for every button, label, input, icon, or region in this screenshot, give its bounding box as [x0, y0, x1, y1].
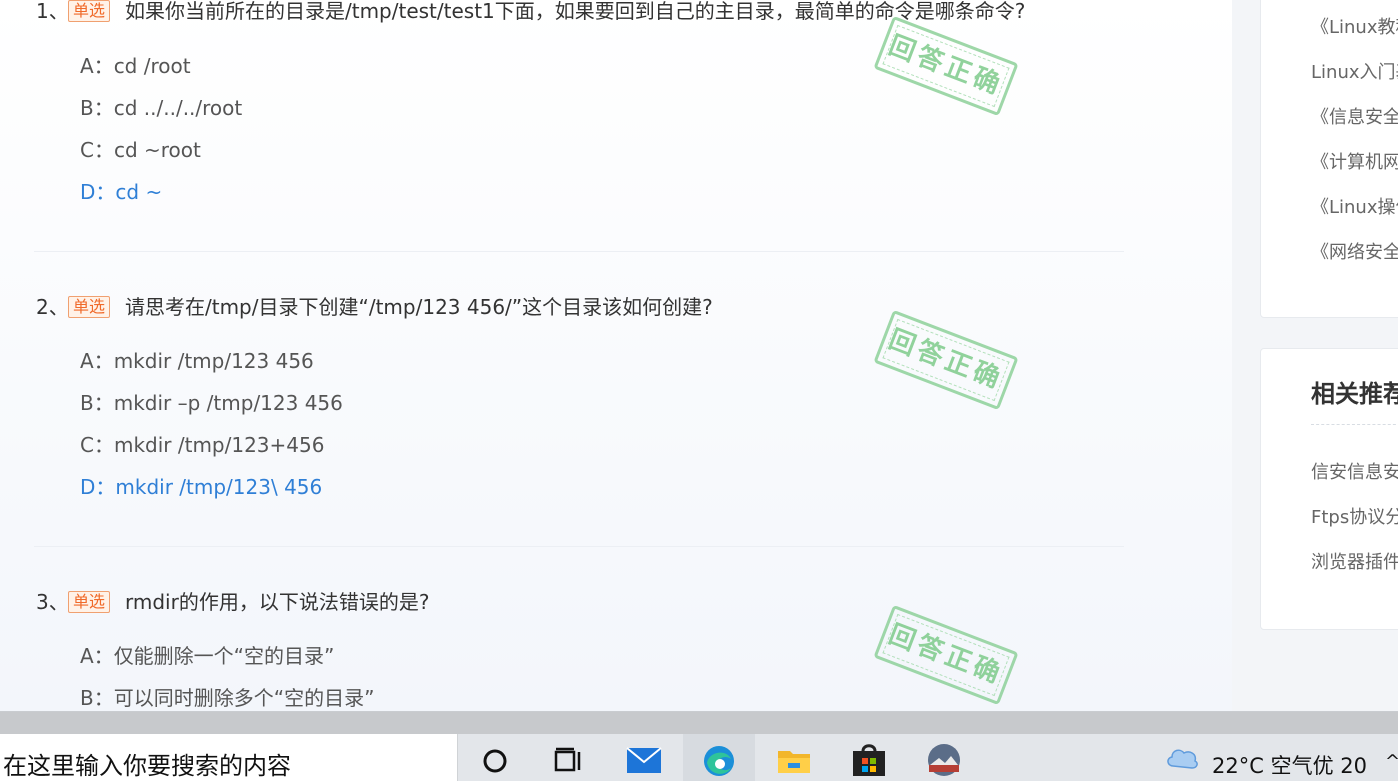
- weather-text[interactable]: 22°C 空气优 20: [1212, 750, 1367, 780]
- windows-taskbar: 在这里输入你要搜索的内容 22°C 空气优 20 ^: [0, 711, 1398, 781]
- sidebar-link-2[interactable]: Linux入门基: [1311, 58, 1398, 84]
- file-explorer-icon[interactable]: [775, 743, 813, 777]
- option-c[interactable]: C：cd ~root: [80, 135, 242, 177]
- weather-cloud-icon[interactable]: [1165, 742, 1199, 770]
- cortana-icon[interactable]: [478, 743, 516, 777]
- answer-correct-stamp: 回答正确: [873, 604, 1019, 706]
- question-number: 3、: [36, 590, 69, 614]
- related-divider: [1311, 424, 1398, 425]
- question-number: 1、: [36, 0, 69, 23]
- related-link-3[interactable]: 浏览器插件: [1311, 548, 1398, 574]
- related-link-2[interactable]: Ftps协议分: [1311, 503, 1398, 529]
- question-text: rmdir的作用，以下说法错误的是?: [125, 590, 430, 614]
- sidebar-link-5[interactable]: 《Linux操作: [1311, 193, 1398, 219]
- single-choice-badge: 单选: [68, 296, 110, 318]
- question-header: 3、 单选 rmdir的作用，以下说法错误的是?: [34, 590, 1124, 614]
- question-divider: [34, 546, 1124, 547]
- air-quality: 空气优 20: [1270, 754, 1367, 778]
- option-list: A：仅能删除一个“空的目录” B：可以同时删除多个“空的目录”: [80, 641, 374, 711]
- question-divider: [34, 251, 1124, 252]
- sidebar-link-3[interactable]: 《信息安全: [1311, 103, 1398, 129]
- sidebar-link-1[interactable]: 《Linux教程: [1311, 13, 1398, 39]
- option-list: A：mkdir /tmp/123 456 B：mkdir –p /tmp/123…: [80, 346, 343, 514]
- option-d[interactable]: D：cd ~: [80, 177, 242, 219]
- window-bottom-edge: [0, 712, 1398, 734]
- quiz-main: 1、 单选 如果你当前所在的目录是/tmp/test/test1下面，如果要回到…: [0, 0, 1232, 711]
- option-b[interactable]: B：可以同时删除多个“空的目录”: [80, 683, 374, 711]
- single-choice-badge: 单选: [68, 0, 110, 22]
- sidebar-link-6[interactable]: 《网络安全: [1311, 238, 1398, 264]
- edge-icon[interactable]: [700, 743, 738, 777]
- store-icon[interactable]: [850, 743, 888, 777]
- question-text: 请思考在/tmp/目录下创建“/tmp/123 456/”这个目录该如何创建?: [125, 295, 713, 319]
- question-header: 2、 单选 请思考在/tmp/目录下创建“/tmp/123 456/”这个目录该…: [34, 295, 1124, 319]
- answer-correct-stamp: 回答正确: [873, 15, 1019, 117]
- option-d[interactable]: D：mkdir /tmp/123\ 456: [80, 472, 343, 514]
- option-list: A：cd /root B：cd ../../../root C：cd ~root…: [80, 51, 242, 219]
- task-view-icon[interactable]: [550, 743, 588, 777]
- temperature: 22°C: [1212, 754, 1264, 778]
- tray-expand-icon[interactable]: ^: [1385, 751, 1398, 772]
- question-number: 2、: [36, 295, 69, 319]
- search-placeholder: 在这里输入你要搜索的内容: [3, 752, 291, 780]
- option-b[interactable]: B：cd ../../../root: [80, 93, 242, 135]
- question-2: 2、 单选 请思考在/tmp/目录下创建“/tmp/123 456/”这个目录该…: [34, 295, 1124, 499]
- sidebar-link-4[interactable]: 《计算机网: [1311, 148, 1398, 174]
- question-3: 3、 单选 rmdir的作用，以下说法错误的是? A：仅能删除一个“空的目录” …: [34, 590, 1124, 710]
- question-1: 1、 单选 如果你当前所在的目录是/tmp/test/test1下面，如果要回到…: [34, 0, 1124, 204]
- question-text: 如果你当前所在的目录是/tmp/test/test1下面，如果要回到自己的主目录…: [125, 0, 1026, 23]
- option-c[interactable]: C：mkdir /tmp/123+456: [80, 430, 343, 472]
- related-link-1[interactable]: 信安信息安: [1311, 458, 1398, 484]
- option-a[interactable]: A：仅能删除一个“空的目录”: [80, 641, 374, 683]
- related-title: 相关推荐: [1311, 380, 1398, 408]
- taskbar-search-box[interactable]: 在这里输入你要搜索的内容: [0, 734, 458, 781]
- single-choice-badge: 单选: [68, 591, 110, 613]
- option-b[interactable]: B：mkdir –p /tmp/123 456: [80, 388, 343, 430]
- photo-icon[interactable]: [925, 743, 963, 777]
- option-a[interactable]: A：cd /root: [80, 51, 242, 93]
- answer-correct-stamp: 回答正确: [873, 309, 1019, 411]
- mail-icon[interactable]: [625, 743, 663, 777]
- option-a[interactable]: A：mkdir /tmp/123 456: [80, 346, 343, 388]
- question-header: 1、 单选 如果你当前所在的目录是/tmp/test/test1下面，如果要回到…: [34, 0, 1124, 23]
